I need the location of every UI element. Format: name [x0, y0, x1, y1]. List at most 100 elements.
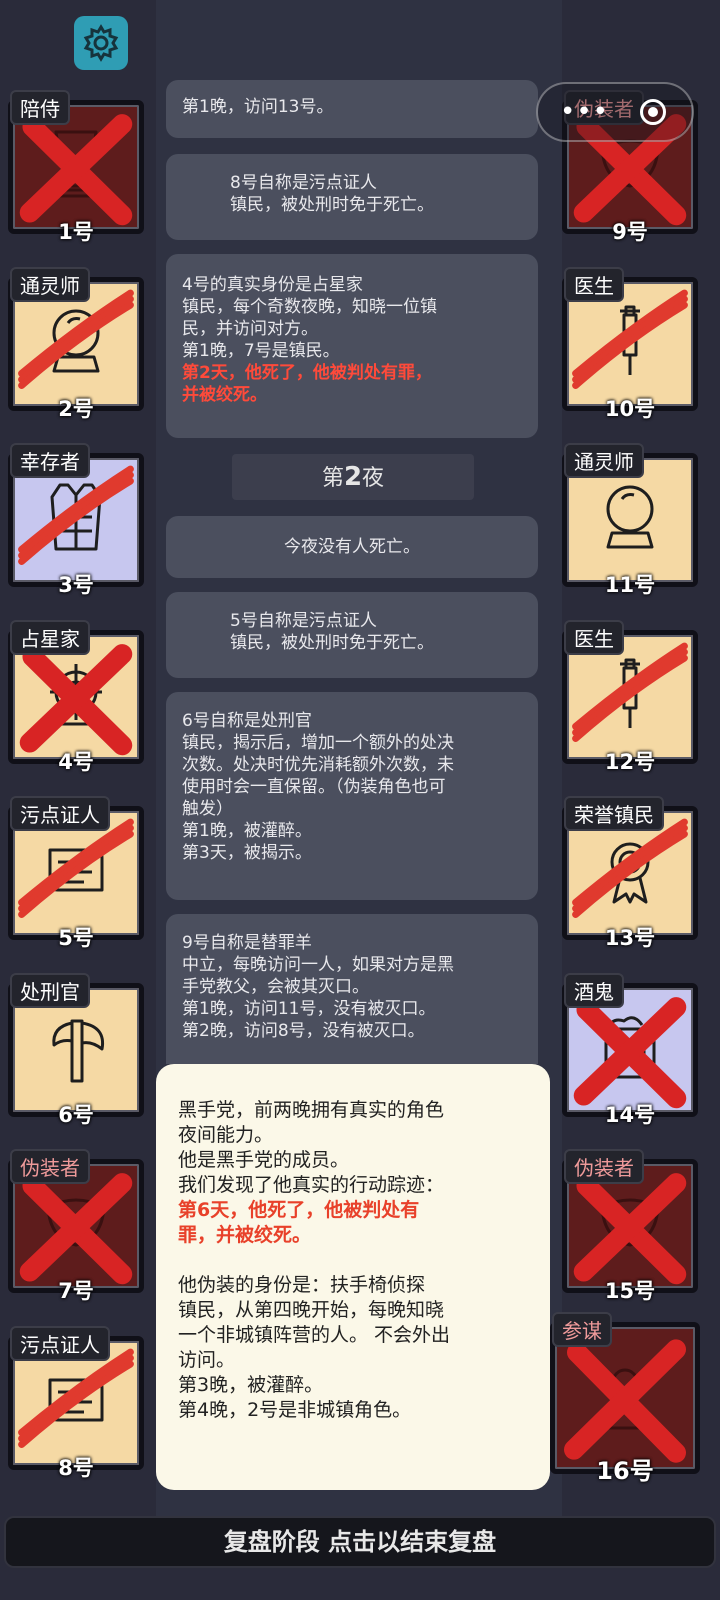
log-entry-visit: 第1晚，访问13号。	[166, 80, 538, 138]
role-name-label: 通灵师	[10, 266, 90, 302]
player-card-7号[interactable]: 伪装者 7号	[8, 1149, 144, 1303]
player-number: 2号	[58, 396, 94, 421]
log-entry-6-claim: 6号自称是处刑官 镇民，揭示后，增加一个额外的处决 次数。处决时优先消耗额外次数…	[166, 692, 538, 900]
close-target-icon[interactable]	[640, 99, 666, 125]
role-name-label: 陪侍	[10, 90, 70, 125]
log-text: 民，并访问对方。	[182, 319, 318, 339]
player-card-11号[interactable]: 通灵师 11号	[562, 443, 698, 597]
role-name-label: 污点证人	[10, 1325, 110, 1361]
role-name-label: 污点证人	[10, 796, 110, 831]
player-number: 16号	[596, 1457, 654, 1485]
log-entry-4-reveal: 4号的真实身份是占星家 镇民，每个奇数夜晚，知晓一位镇 民，并访问对方。 第1晚…	[166, 254, 538, 438]
popup-death-text: 第6天，他死了，他被判处有	[178, 1199, 420, 1221]
player-number: 7号	[58, 1279, 94, 1303]
popup-text: 我们发现了他真实的行动踪迹：	[178, 1174, 445, 1196]
player-card-3号[interactable]: 幸存者 3号	[8, 443, 144, 597]
player-number: 5号	[58, 926, 94, 950]
log-text: 中立，每晚访问一人，如果对方是黑	[182, 955, 454, 975]
popup-text: 他是黑手党的成员。	[178, 1149, 350, 1171]
popup-text: 镇民，从第四晚开始，每晚知晓	[178, 1299, 445, 1321]
night-prefix: 第	[321, 466, 344, 491]
settings-button[interactable]	[74, 16, 128, 70]
role-name-label: 荣誉镇民	[564, 796, 664, 831]
player-number: 9号	[612, 220, 648, 244]
crystal-ball-icon	[606, 485, 654, 549]
log-entry-no-death: 今夜没有人死亡。	[166, 516, 538, 578]
player-card-13号[interactable]: 荣誉镇民 13号	[562, 796, 698, 950]
player-card-1号[interactable]: 陪侍 1号	[8, 90, 144, 244]
log-text: 第2晚，访问8号，没有被灭口。	[182, 1021, 425, 1041]
log-text: 今夜没有人死亡。	[284, 537, 420, 557]
popup-text: 他伪装的身份是：扶手椅侦探	[178, 1274, 426, 1296]
popup-text: 一个非城镇阵营的人。 不会外出	[178, 1324, 451, 1346]
log-text: 镇民，每个奇数夜晚，知晓一位镇	[182, 297, 437, 317]
player-number: 4号	[58, 749, 94, 774]
log-text: 第1晚，被灌醉。	[182, 821, 312, 841]
log-text: 触发）	[182, 799, 233, 819]
player-number: 1号	[58, 220, 94, 244]
role-name-label: 幸存者	[10, 443, 90, 478]
player-number: 11号	[604, 573, 656, 597]
popup-text: 访问。	[178, 1349, 236, 1371]
log-text: 使用时会一直保留。（伪装角色也可	[182, 777, 446, 797]
player-number: 3号	[58, 573, 94, 597]
player-card-6号[interactable]: 处刑官 6号	[8, 972, 144, 1127]
popup-death-text: 罪，并被绞死。	[178, 1224, 312, 1246]
log-entry-5-claim: 5号自称是污点证人 镇民，被处刑时免于死亡。	[166, 592, 538, 678]
popup-text: 第3晚，被灌醉。	[178, 1374, 324, 1396]
log-text: 手党教父，会被其灭口。	[182, 977, 369, 997]
log-entry-8-claim: 8号自称是污点证人 镇民，被处刑时免于死亡。	[166, 154, 538, 240]
player-card-15号[interactable]: 伪装者 15号	[562, 1149, 698, 1303]
player-number: 13号	[604, 926, 656, 950]
player-card-10号[interactable]: 医生 10号	[562, 266, 698, 421]
role-detail-popup[interactable]: 黑手党，前两晚拥有真实的角色 夜间能力。 他是黑手党的成员。 我们发现了他真实的…	[156, 1064, 550, 1490]
player-card-12号[interactable]: 医生 12号	[562, 619, 698, 774]
night-number: 2	[343, 462, 363, 492]
player-card-5号[interactable]: 污点证人 5号	[8, 796, 144, 950]
log-text: 第1晚，访问13号。	[182, 97, 334, 117]
log-text: 6号自称是处刑官	[182, 711, 312, 731]
log-text: 9号自称是替罪羊	[182, 933, 312, 953]
role-name-label: 占星家	[10, 619, 90, 655]
mini-program-capsule[interactable]: •••	[536, 82, 694, 142]
popup-text: 黑手党，前两晚拥有真实的角色	[178, 1099, 445, 1121]
log-text: 第1晚，7号是镇民。	[182, 341, 340, 361]
player-card-14号[interactable]: 酒鬼 14号	[562, 972, 698, 1127]
player-number: 12号	[604, 749, 656, 774]
log-text: 第1晚，访问11号，没有被灭口。	[182, 999, 436, 1019]
player-number: 8号	[58, 1455, 94, 1480]
log-text: 4号的真实身份是占星家	[182, 275, 363, 295]
log-text: 镇民，被处刑时免于死亡。	[230, 633, 434, 653]
role-name-label: 处刑官	[10, 972, 90, 1008]
night-divider: 第2夜	[232, 454, 474, 500]
player-card-4号[interactable]: 占星家 4号	[8, 619, 144, 774]
popup-text: 夜间能力。	[178, 1124, 274, 1146]
night-suffix: 夜	[362, 466, 385, 491]
gear-icon	[83, 24, 119, 62]
popup-text: 第4晚，2号是非城镇角色。	[178, 1399, 412, 1421]
log-text: 镇民，揭示后，增加一个额外的处决	[182, 733, 454, 753]
role-name-label: 参谋	[552, 1312, 612, 1347]
log-text: 8号自称是污点证人	[230, 173, 377, 193]
player-card-16号[interactable]: 参谋 16号	[550, 1312, 700, 1485]
player-number: 6号	[58, 1102, 94, 1127]
player-number: 14号	[604, 1102, 656, 1127]
player-number: 10号	[604, 396, 656, 421]
role-name-label: 伪装者	[10, 1149, 90, 1184]
death-text: 第2天，他死了，他被判处有罪，	[182, 363, 432, 383]
axe-icon	[52, 1019, 105, 1082]
log-text: 5号自称是污点证人	[230, 611, 377, 631]
role-name-label: 医生	[564, 619, 624, 655]
player-card-2号[interactable]: 通灵师 2号	[8, 266, 144, 421]
log-entry-9-claim: 9号自称是替罪羊 中立，每晚访问一人，如果对方是黑 手党教父，会被其灭口。 第1…	[166, 914, 538, 1064]
end-review-button[interactable]: 复盘阶段 点击以结束复盘	[4, 1516, 716, 1568]
role-name-label: 通灵师	[564, 443, 644, 478]
player-card-8号[interactable]: 污点证人 8号	[8, 1325, 144, 1480]
log-text: 第3天，被揭示。	[182, 843, 312, 863]
role-name-label: 伪装者	[564, 1149, 644, 1184]
more-icon[interactable]: •••	[560, 99, 609, 125]
role-name-label: 医生	[564, 266, 624, 302]
death-text: 并被绞死。	[182, 385, 267, 405]
log-text: 镇民，被处刑时免于死亡。	[230, 195, 434, 215]
